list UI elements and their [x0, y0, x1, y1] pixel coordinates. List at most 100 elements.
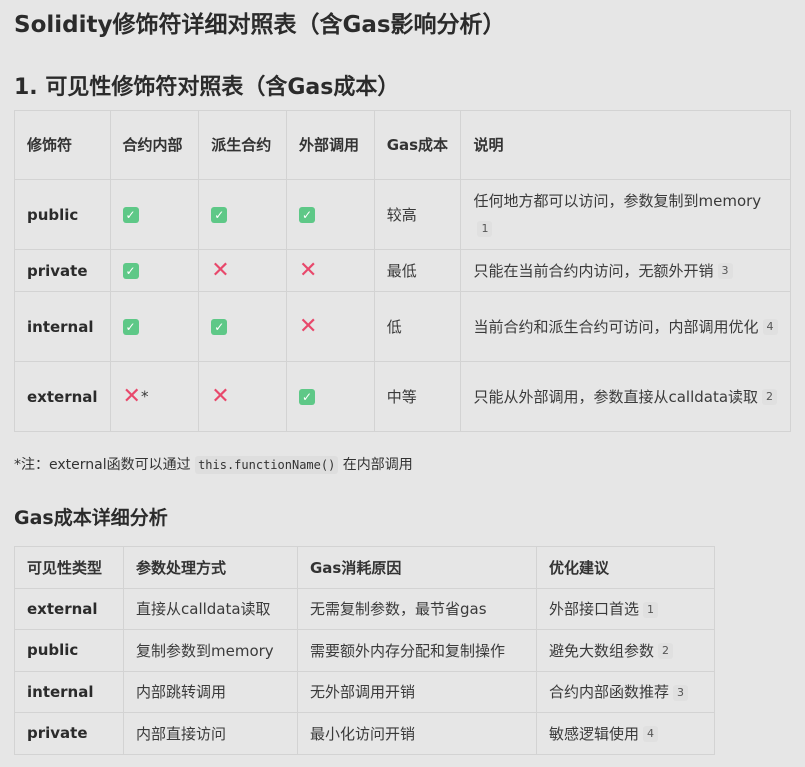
- header-description: 说明: [460, 110, 791, 180]
- reason-cell: 最小化访问开销: [297, 712, 537, 755]
- cross-mark-icon: ✕: [122, 383, 141, 409]
- footnote-ref[interactable]: 4: [643, 726, 659, 743]
- note-prefix: *注：external函数可以通过: [14, 457, 191, 473]
- cross-mark-icon: ✕: [211, 258, 230, 283]
- modifier-cell: public: [14, 179, 111, 250]
- gas-cost-cell: 中等: [373, 361, 462, 432]
- table-row: internal 内部跳转调用 无外部调用开销 合约内部函数推荐 3: [14, 670, 715, 713]
- derived-cell: ✓: [198, 179, 287, 250]
- note-code: this.functionName(): [195, 456, 339, 474]
- header-contract-internal: 合约内部: [109, 110, 200, 180]
- description-text: 只能在当前合约内访问，无额外开销: [473, 261, 714, 280]
- advice-text: 外部接口首选: [549, 600, 640, 619]
- header-external-call: 外部调用: [285, 110, 375, 180]
- header-modifier: 修饰符: [14, 110, 111, 180]
- visibility-table: 修饰符 合约内部 派生合约 外部调用 Gas成本 说明 public ✓ ✓ ✓…: [14, 110, 791, 432]
- description-text: 只能从外部调用，参数直接从calldata读取: [473, 387, 759, 406]
- reason-cell: 无需复制参数，最节省gas: [297, 587, 537, 630]
- asterisk-mark: *: [140, 387, 149, 406]
- footnote-ref[interactable]: 1: [643, 601, 659, 618]
- table-row: private 内部直接访问 最小化访问开销 敏感逻辑使用 4: [14, 712, 715, 755]
- param-cell: 内部跳转调用: [123, 670, 298, 713]
- check-mark-icon: ✓: [122, 263, 139, 279]
- footnote-ref[interactable]: 3: [717, 263, 733, 279]
- section2-heading-wrap: Gas成本详细分析: [14, 506, 168, 530]
- advice-cell: 外部接口首选 1: [536, 587, 715, 630]
- description-cell: 只能在当前合约内访问，无额外开销 3: [460, 249, 791, 292]
- check-mark-icon: ✓: [211, 207, 228, 223]
- param-cell: 直接从calldata读取: [123, 587, 298, 630]
- reason-cell: 无外部调用开销: [297, 670, 537, 713]
- description-cell: 任何地方都可以访问，参数复制到memory 1: [460, 179, 791, 250]
- cross-mark-icon: ✕: [298, 314, 318, 339]
- footnote-ref[interactable]: 1: [477, 221, 493, 237]
- table-header-row: 修饰符 合约内部 派生合约 外部调用 Gas成本 说明: [14, 110, 791, 180]
- contract-internal-cell: ✓: [109, 249, 200, 292]
- footnote-ref[interactable]: 2: [762, 389, 778, 405]
- contract-internal-cell: ✕*: [109, 361, 200, 432]
- footnote-ref[interactable]: 2: [658, 643, 674, 660]
- gas-analysis-table: 可见性类型 参数处理方式 Gas消耗原因 优化建议 external 直接从ca…: [14, 546, 715, 755]
- advice-text: 避免大数组参数: [549, 641, 655, 660]
- contract-internal-cell: ✓: [109, 179, 200, 250]
- modifier-cell: external: [14, 361, 111, 432]
- external-call-cell: ✕: [285, 249, 375, 292]
- advice-text: 合约内部函数推荐: [549, 683, 670, 702]
- modifier-cell: private: [14, 249, 111, 292]
- derived-cell: ✕: [198, 361, 287, 432]
- external-call-cell: ✓: [285, 361, 375, 432]
- table-row: public ✓ ✓ ✓ 较高 任何地方都可以访问，参数复制到memory 1: [14, 179, 791, 250]
- check-mark-icon: ✓: [211, 319, 228, 335]
- external-call-cell: ✓: [285, 179, 375, 250]
- type-cell: internal: [14, 670, 124, 713]
- external-call-cell: ✕: [285, 291, 375, 362]
- check-mark-icon: ✓: [122, 319, 139, 335]
- section1-heading: 1. 可见性修饰符对照表（含Gas成本）: [14, 75, 400, 100]
- page: Solidity修饰符详细对照表（含Gas影响分析） 1. 可见性修饰符对照表（…: [0, 0, 805, 767]
- type-cell: public: [14, 629, 124, 672]
- advice-cell: 敏感逻辑使用 4: [536, 712, 715, 755]
- description-cell: 当前合约和派生合约可访问，内部调用优化 4: [460, 291, 791, 362]
- reason-cell: 需要额外内存分配和复制操作: [297, 629, 537, 672]
- header-param: 参数处理方式: [123, 546, 298, 589]
- header-advice: 优化建议: [536, 546, 715, 589]
- page-title: Solidity修饰符详细对照表（含Gas影响分析）: [14, 12, 506, 38]
- advice-cell: 合约内部函数推荐 3: [536, 670, 715, 713]
- section2-heading: Gas成本详细分析: [14, 507, 168, 529]
- footnote-ref[interactable]: 4: [762, 319, 778, 335]
- derived-cell: ✕: [198, 249, 287, 292]
- table-row: public 复制参数到memory 需要额外内存分配和复制操作 避免大数组参数…: [14, 629, 715, 672]
- table-row: external ✕* ✕ ✓ 中等 只能从外部调用，参数直接从calldata…: [14, 361, 791, 432]
- gas-cost-cell: 低: [373, 291, 462, 362]
- check-mark-icon: ✓: [298, 389, 315, 405]
- table-row: internal ✓ ✓ ✕ 低 当前合约和派生合约可访问，内部调用优化 4: [14, 291, 791, 362]
- type-cell: external: [14, 587, 124, 630]
- advice-cell: 避免大数组参数 2: [536, 629, 715, 672]
- description-cell: 只能从外部调用，参数直接从calldata读取 2: [460, 361, 791, 432]
- gas-cost-cell: 最低: [373, 249, 462, 292]
- header-type: 可见性类型: [14, 546, 124, 589]
- check-mark-icon: ✓: [298, 207, 315, 223]
- header-reason: Gas消耗原因: [297, 546, 537, 589]
- param-cell: 内部直接访问: [123, 712, 298, 755]
- contract-internal-cell: ✓: [109, 291, 200, 362]
- description-text: 当前合约和派生合约可访问，内部调用优化: [473, 317, 759, 336]
- type-cell: private: [14, 712, 124, 755]
- modifier-cell: internal: [14, 291, 111, 362]
- header-gas-cost: Gas成本: [373, 110, 462, 180]
- header-derived: 派生合约: [198, 110, 287, 180]
- advice-text: 敏感逻辑使用: [549, 724, 640, 743]
- note-suffix: 在内部调用: [342, 457, 413, 473]
- footnote-ref[interactable]: 3: [673, 684, 689, 701]
- derived-cell: ✓: [198, 291, 287, 362]
- description-text: 任何地方都可以访问，参数复制到memory: [473, 191, 762, 210]
- check-mark-icon: ✓: [122, 207, 139, 223]
- cross-mark-icon: ✕: [298, 258, 318, 283]
- table-header-row: 可见性类型 参数处理方式 Gas消耗原因 优化建议: [14, 546, 715, 589]
- table-note: *注：external函数可以通过 this.functionName() 在内…: [14, 454, 413, 476]
- table-row: private ✓ ✕ ✕ 最低 只能在当前合约内访问，无额外开销 3: [14, 249, 791, 292]
- gas-cost-cell: 较高: [373, 179, 462, 250]
- table-row: external 直接从calldata读取 无需复制参数，最节省gas 外部接…: [14, 587, 715, 630]
- param-cell: 复制参数到memory: [123, 629, 298, 672]
- cross-mark-icon: ✕: [211, 384, 230, 409]
